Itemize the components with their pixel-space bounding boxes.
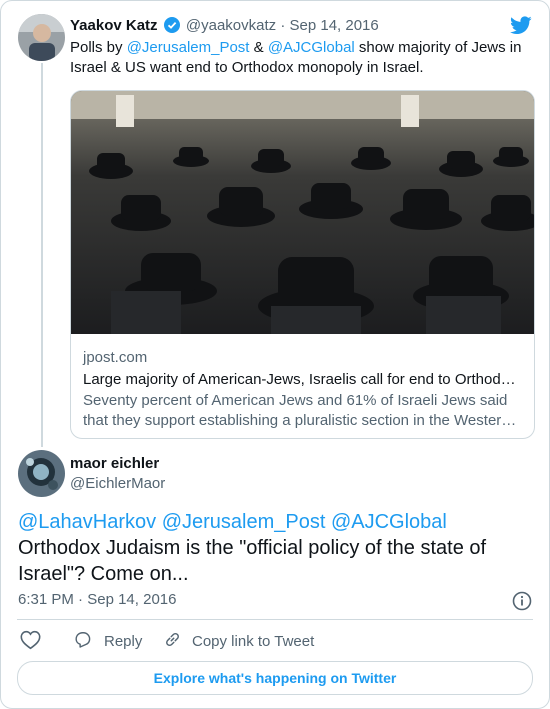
handle[interactable]: @yaakovkatz	[186, 17, 276, 34]
mention-jerusalem-post[interactable]: @Jerusalem_Post	[127, 39, 250, 56]
link-preview-image	[71, 91, 534, 334]
tweet-time[interactable]: 6:31 PM	[18, 591, 74, 608]
tweet-date[interactable]: Sep 14, 2016	[290, 17, 379, 34]
tweet-text-part: Polls by	[70, 39, 127, 56]
link-description-line1: Seventy percent of American Jews and 61%…	[83, 392, 508, 409]
quoted-tweet-text: Polls by @Jerusalem_Post & @AJCGlobal sh…	[70, 38, 532, 78]
reply-icon	[73, 630, 92, 653]
link-preview-card[interactable]: jpost.com Large majority of American-Jew…	[70, 90, 535, 439]
tweet-embed-card: Yaakov Katz @yaakovkatz · Sep 14, 2016 P…	[0, 0, 550, 709]
main-display-name[interactable]: maor eichler	[70, 454, 159, 474]
copy-link-label: Copy link to Tweet	[192, 633, 315, 650]
like-button[interactable]	[20, 630, 41, 655]
main-handle[interactable]: @EichlerMaor	[70, 474, 165, 494]
separator-dot: ·	[78, 591, 84, 608]
avatar-yaakov-katz[interactable]	[18, 14, 65, 61]
tweet-date[interactable]: Sep 14, 2016	[87, 591, 176, 608]
reply-label: Reply	[104, 633, 143, 650]
link-title: Large majority of American-Jews, Israeli…	[83, 371, 523, 388]
link-preview-meta: jpost.com Large majority of American-Jew…	[83, 348, 523, 431]
tweet-text-part: &	[249, 39, 268, 56]
link-domain: jpost.com	[83, 349, 148, 366]
info-icon[interactable]	[512, 591, 532, 616]
verified-icon	[163, 17, 180, 39]
link-description-line2: that they support establishing a plurali…	[83, 412, 523, 429]
explore-button[interactable]: Explore what's happening on Twitter	[17, 661, 533, 695]
mention-ajcglobal[interactable]: @AJCGlobal	[268, 39, 355, 56]
avatar-maor-eichler[interactable]	[18, 450, 65, 497]
reply-mentions[interactable]: @LahavHarkov @Jerusalem_Post @AJCGlobal	[18, 509, 447, 535]
copy-link-button[interactable]: Copy link to Tweet	[163, 630, 314, 653]
link-icon	[163, 630, 182, 653]
heart-icon	[20, 630, 41, 654]
display-name[interactable]: Yaakov Katz	[70, 17, 158, 34]
reply-button[interactable]: Reply	[73, 630, 142, 653]
divider	[17, 619, 533, 620]
separator-dot: ·	[280, 17, 286, 34]
twitter-logo-icon[interactable]	[510, 16, 532, 40]
tweet-timestamp[interactable]: 6:31 PM · Sep 14, 2016	[18, 590, 176, 610]
quoted-tweet-header: Yaakov Katz @yaakovkatz · Sep 14, 2016	[70, 16, 379, 39]
thread-line	[41, 63, 43, 447]
main-tweet-text: Orthodox Judaism is the "official policy…	[18, 537, 487, 585]
